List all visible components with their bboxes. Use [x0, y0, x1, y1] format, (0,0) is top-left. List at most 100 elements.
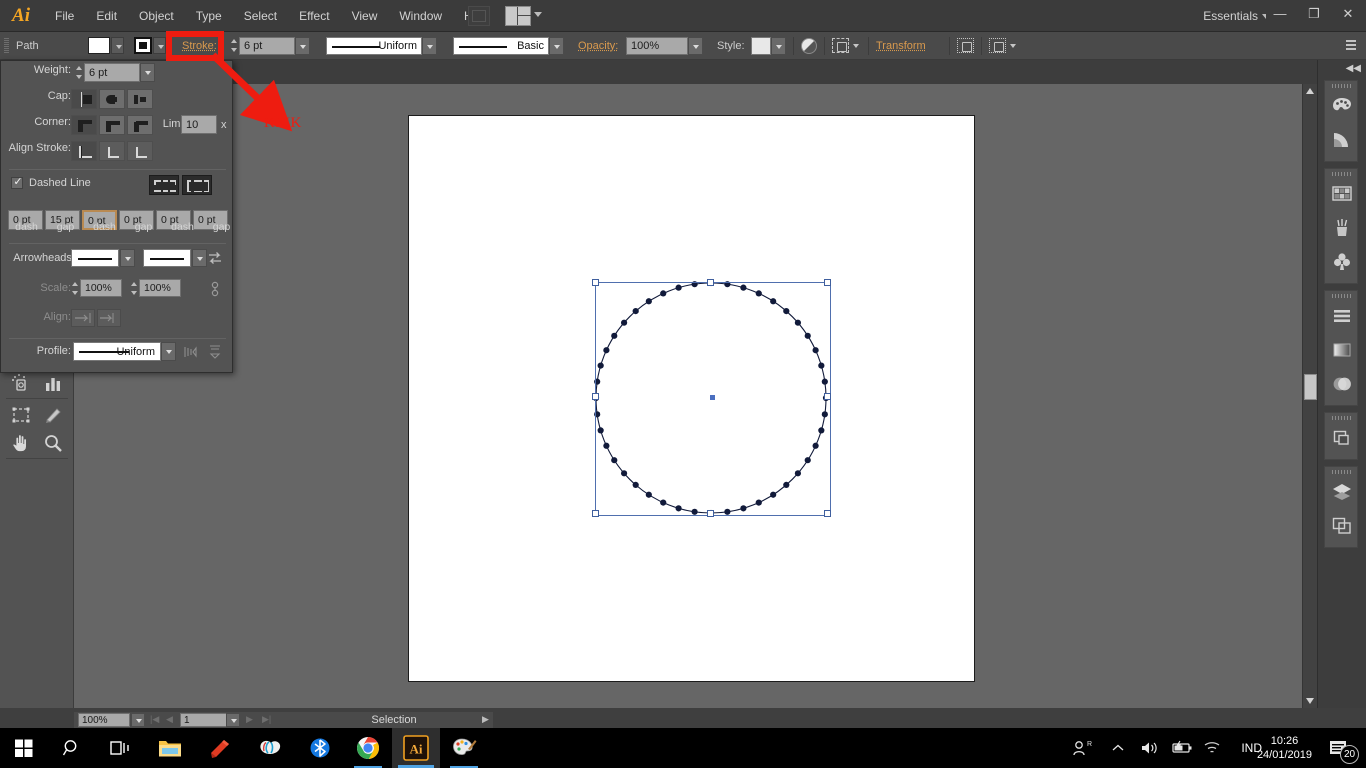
- cap-round-button[interactable]: [99, 89, 125, 109]
- brush-definition-select[interactable]: Basic: [453, 37, 549, 55]
- artboards-panel-icon[interactable]: [1328, 511, 1356, 541]
- isolate-selected-icon[interactable]: [957, 38, 974, 53]
- workspace-switcher-label[interactable]: Essentials: [1203, 0, 1258, 32]
- symbols-panel-icon[interactable]: [1328, 247, 1356, 277]
- collapse-panels-icon[interactable]: ◀◀: [1346, 63, 1361, 74]
- shell-app-button[interactable]: [246, 728, 294, 768]
- close-button[interactable]: ✕: [1334, 1, 1362, 27]
- stroke-weight-dropdown-icon[interactable]: [295, 37, 310, 55]
- arrowhead-end-scale-field[interactable]: 100%: [139, 279, 181, 297]
- menu-window[interactable]: Window: [388, 0, 453, 32]
- scale-start-spinner[interactable]: [71, 280, 80, 297]
- transparency-panel-icon[interactable]: [1328, 369, 1356, 399]
- menu-file[interactable]: File: [44, 0, 85, 32]
- flip-along-icon[interactable]: [183, 344, 199, 360]
- recolor-artwork-icon[interactable]: [801, 38, 817, 54]
- stroke-swatch[interactable]: [134, 37, 152, 54]
- column-graph-tool[interactable]: [38, 370, 68, 396]
- width-profile-dropdown-icon[interactable]: [422, 37, 437, 55]
- layers-panel-icon[interactable]: [1328, 477, 1356, 507]
- vertical-scrollbar[interactable]: [1302, 84, 1317, 708]
- book-app-button[interactable]: [196, 728, 244, 768]
- panel-menu-icon[interactable]: [1340, 40, 1356, 52]
- align-dashes-to-corners-button[interactable]: [182, 175, 212, 195]
- opacity-link[interactable]: Opacity:: [578, 40, 626, 52]
- next-artboard-icon[interactable]: ▶: [246, 714, 253, 725]
- arrange-documents-button[interactable]: [505, 6, 531, 26]
- search-button[interactable]: [48, 728, 96, 768]
- flip-across-icon[interactable]: [207, 344, 223, 360]
- hand-tool[interactable]: [6, 430, 36, 456]
- weight-spinner[interactable]: [75, 64, 84, 81]
- handle-mid-left[interactable]: [592, 393, 599, 400]
- corner-bevel-button[interactable]: [127, 115, 153, 135]
- adobe-illustrator-button[interactable]: Ai: [392, 728, 440, 768]
- fill-swatch[interactable]: [88, 37, 110, 54]
- select-similar-objects-icon[interactable]: [989, 38, 1006, 53]
- chevron-down-icon[interactable]: [534, 12, 542, 17]
- clock[interactable]: 10:26 24/01/2019: [1257, 728, 1312, 768]
- first-artboard-icon[interactable]: |◀: [150, 714, 159, 725]
- arrowhead-end-select[interactable]: [143, 249, 191, 267]
- brush-definition-dropdown-icon[interactable]: [549, 37, 564, 55]
- width-profile-select[interactable]: Uniform: [326, 37, 422, 55]
- color-panel-icon[interactable]: [1328, 91, 1356, 121]
- stroke-dropdown-icon[interactable]: [153, 37, 166, 54]
- link-scales-icon[interactable]: [207, 281, 223, 297]
- maximize-button[interactable]: ❐: [1300, 1, 1328, 27]
- color-guide-panel-icon[interactable]: [1328, 125, 1356, 155]
- align-panel-icon[interactable]: [1328, 301, 1356, 331]
- menu-type[interactable]: Type: [185, 0, 233, 32]
- slice-tool[interactable]: [38, 402, 68, 428]
- bridge-button[interactable]: [468, 6, 490, 26]
- align-stroke-center-button[interactable]: [71, 141, 97, 161]
- artboard-tool[interactable]: [6, 402, 36, 428]
- handle-bottom-right[interactable]: [824, 510, 831, 517]
- cap-projecting-button[interactable]: [127, 89, 153, 109]
- menu-view[interactable]: View: [341, 0, 389, 32]
- task-view-button[interactable]: [96, 728, 144, 768]
- volume-button[interactable]: [1136, 728, 1164, 768]
- graphic-style-dropdown-icon[interactable]: [771, 37, 786, 55]
- arrowhead-start-dropdown-icon[interactable]: [120, 249, 135, 267]
- gradient-panel-icon[interactable]: [1328, 335, 1356, 365]
- stroke-weight-field[interactable]: 6 pt: [239, 37, 295, 55]
- control-bar-grip[interactable]: [3, 37, 11, 55]
- opacity-field[interactable]: 100%: [626, 37, 688, 55]
- transform-link[interactable]: Transform: [876, 40, 942, 52]
- previous-artboard-icon[interactable]: ◀: [166, 714, 173, 725]
- handle-top-right[interactable]: [824, 279, 831, 286]
- preserve-exact-dash-lengths-button[interactable]: [149, 175, 179, 195]
- menu-effect[interactable]: Effect: [288, 0, 340, 32]
- show-hidden-icons-button[interactable]: [1104, 728, 1132, 768]
- action-center-button[interactable]: 20: [1316, 728, 1362, 768]
- menu-object[interactable]: Object: [128, 0, 185, 32]
- dock-grip[interactable]: [1332, 84, 1352, 88]
- battery-button[interactable]: [1168, 728, 1196, 768]
- last-artboard-icon[interactable]: ▶|: [262, 714, 271, 725]
- scale-end-spinner[interactable]: [130, 280, 139, 297]
- file-explorer-button[interactable]: [146, 728, 194, 768]
- weight-field[interactable]: 6 pt: [84, 63, 140, 82]
- opacity-dropdown-icon[interactable]: [688, 37, 703, 55]
- arrowhead-start-select[interactable]: [71, 249, 119, 267]
- align-stroke-inside-button[interactable]: [99, 141, 125, 161]
- handle-bottom-left[interactable]: [592, 510, 599, 517]
- status-expand-icon[interactable]: ▶: [482, 714, 489, 725]
- canvas-area[interactable]: [74, 84, 1302, 708]
- zoom-level-dropdown-icon[interactable]: [131, 713, 145, 727]
- handle-bottom-center[interactable]: [707, 510, 714, 517]
- arrowhead-end-dropdown-icon[interactable]: [192, 249, 207, 267]
- weight-dropdown-icon[interactable]: [140, 63, 155, 82]
- menu-select[interactable]: Select: [233, 0, 288, 32]
- corner-round-button[interactable]: [99, 115, 125, 135]
- cap-butt-button[interactable]: [71, 89, 97, 109]
- extend-arrows-beyond-end-button[interactable]: [71, 309, 95, 327]
- brushes-panel-icon[interactable]: [1328, 213, 1356, 243]
- swatches-panel-icon[interactable]: [1328, 179, 1356, 209]
- arrowhead-start-scale-field[interactable]: 100%: [80, 279, 122, 297]
- dock-grip[interactable]: [1332, 416, 1352, 420]
- wifi-button[interactable]: [1198, 728, 1226, 768]
- minimize-button[interactable]: —: [1266, 1, 1294, 27]
- handle-mid-right[interactable]: [824, 393, 831, 400]
